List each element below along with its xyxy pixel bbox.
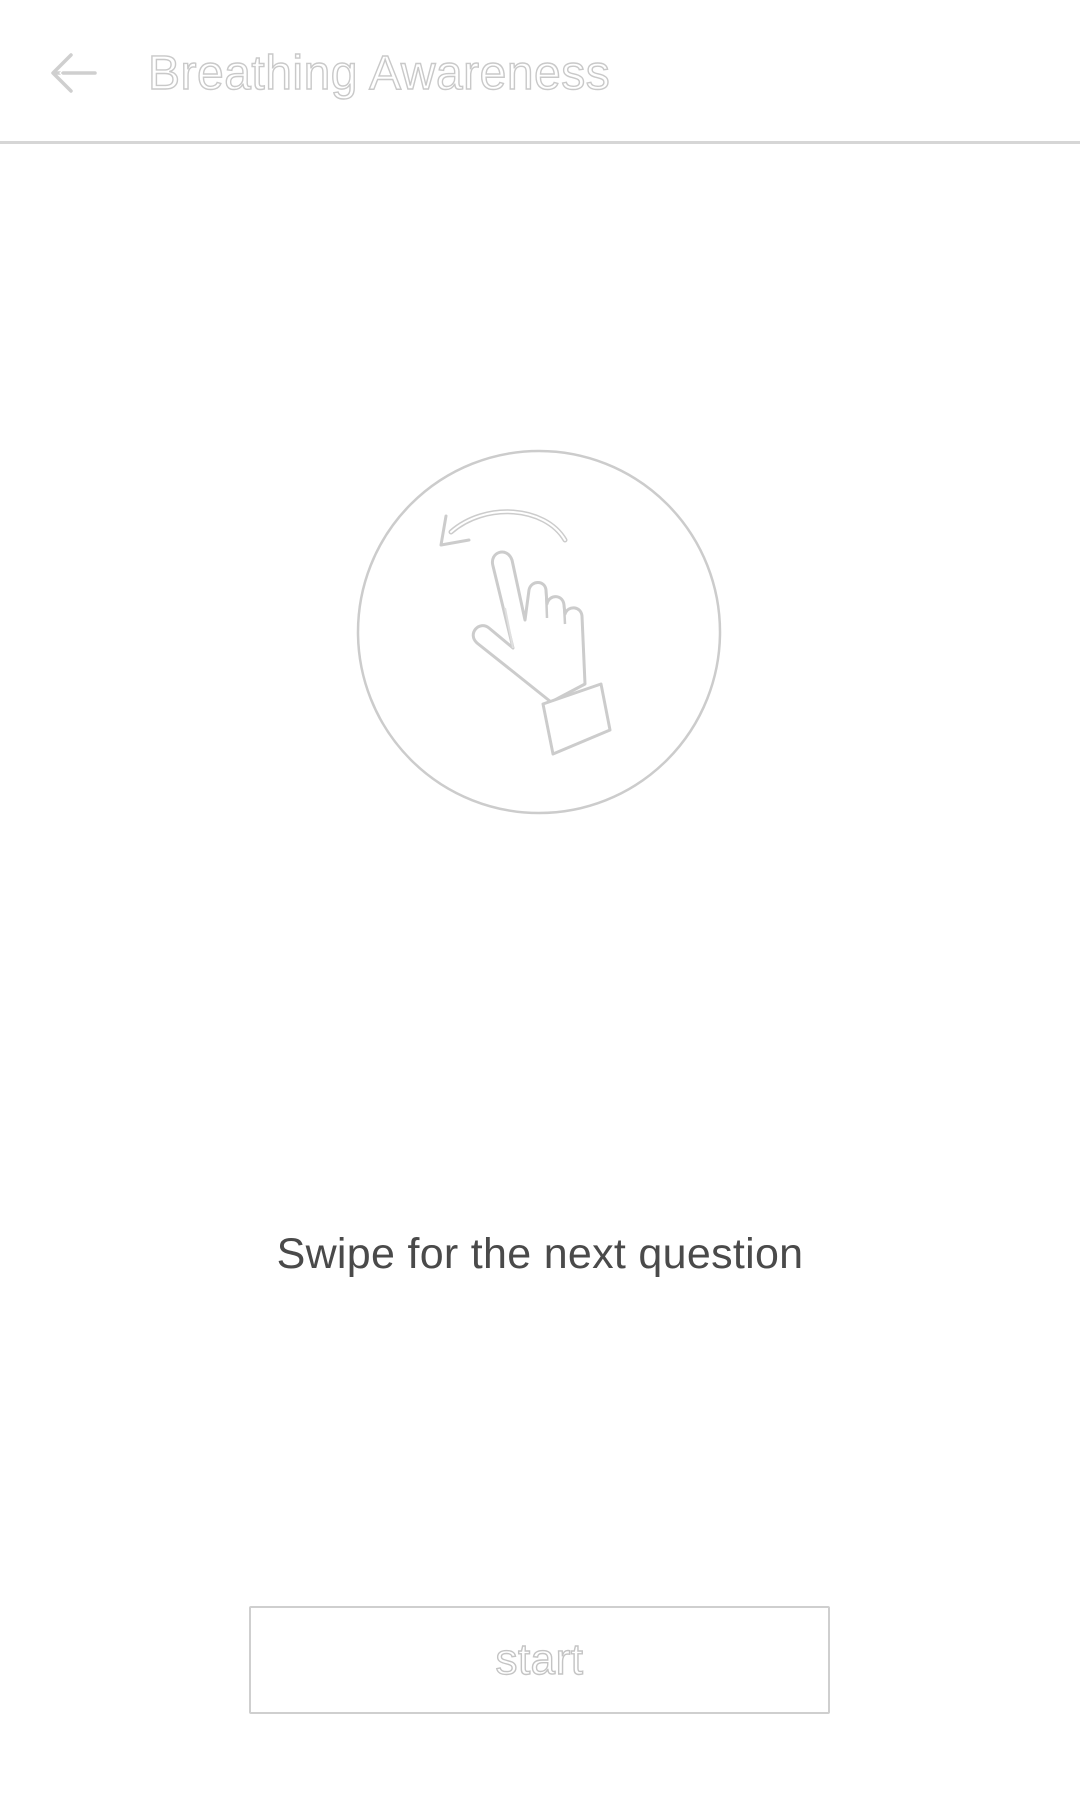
page-title: Breathing Awareness	[147, 46, 611, 100]
start-button-label: start	[495, 1634, 584, 1684]
swipe-hand-icon	[356, 449, 722, 815]
swipe-gesture-illustration	[355, 448, 723, 816]
back-button[interactable]	[36, 36, 110, 110]
app-bar: Breathing Awareness	[0, 0, 1080, 144]
onboarding-screen: Breathing Awareness Swipe for the next q…	[0, 0, 1080, 1794]
arrow-left-icon	[51, 53, 97, 93]
start-button[interactable]: start	[249, 1606, 830, 1714]
swipe-instruction: Swipe for the next question	[276, 1230, 804, 1278]
